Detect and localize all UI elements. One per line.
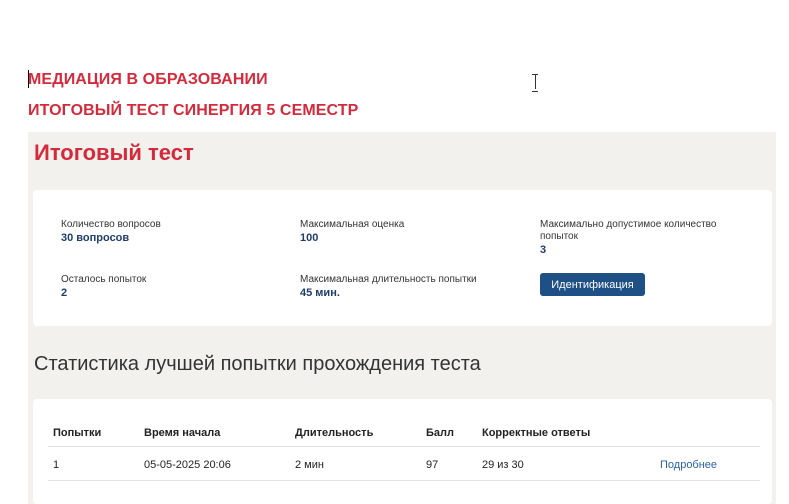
identify-button[interactable]: Идентификация [540,273,645,296]
cell-duration: 2 мин [295,459,324,471]
col-header-start-time: Время начала [144,427,221,439]
info-max-score: Максимальная оценка 100 [300,219,404,245]
cell-attempt: 1 [53,459,60,471]
ibeam-cursor-icon [531,74,539,92]
col-header-score: Балл [426,427,454,439]
info-max-attempts-value: 3 [540,244,547,256]
heading-course-name: МЕДИАЦИЯ В ОБРАЗОВАНИИ [28,71,268,88]
info-remaining-value: 2 [61,287,68,299]
page-title: Итоговый тест [34,140,194,165]
heading-test-name: ИТОГОВЫЙ ТЕСТ СИНЕРГИЯ 5 СЕМЕСТР [28,102,359,119]
info-questions-value: 30 вопросов [61,232,130,244]
stats-table: Попытки Время начала Длительность Балл К… [33,399,772,504]
info-max-score-value: 100 [300,232,319,244]
info-questions: Количество вопросов 30 вопросов [61,219,161,245]
info-max-duration-label: Максимальная длительность попытки [300,274,477,285]
info-max-duration-value: 45 мин. [300,287,340,299]
cell-correct: 29 из 30 [482,459,524,471]
cell-score: 97 [426,459,439,471]
col-header-attempts: Попытки [53,427,102,439]
info-max-attempts-label: Максимально допустимое количество попыто… [540,219,717,242]
col-header-duration: Длительность [295,427,374,439]
info-max-attempts: Максимально допустимое количество попыто… [540,219,720,257]
info-questions-label: Количество вопросов [61,219,161,230]
info-remaining-label: Осталось попыток [61,274,147,285]
info-remaining: Осталось попыток 2 [61,274,146,300]
stats-title: Статистика лучшей попытки прохождения те… [34,353,481,375]
info-max-duration: Максимальная длительность попытки 45 мин… [300,274,477,300]
info-max-score-label: Максимальная оценка [300,219,405,230]
cell-start-time: 05-05-2025 20:06 [144,459,231,471]
table-divider [48,480,760,481]
test-info-card: Количество вопросов 30 вопросов Максимал… [33,190,772,326]
col-header-correct: Корректные ответы [482,427,591,439]
details-link[interactable]: Подробнее [660,459,717,471]
table-divider [48,446,760,447]
test-panel: Итоговый тест Количество вопросов 30 воп… [28,132,776,504]
